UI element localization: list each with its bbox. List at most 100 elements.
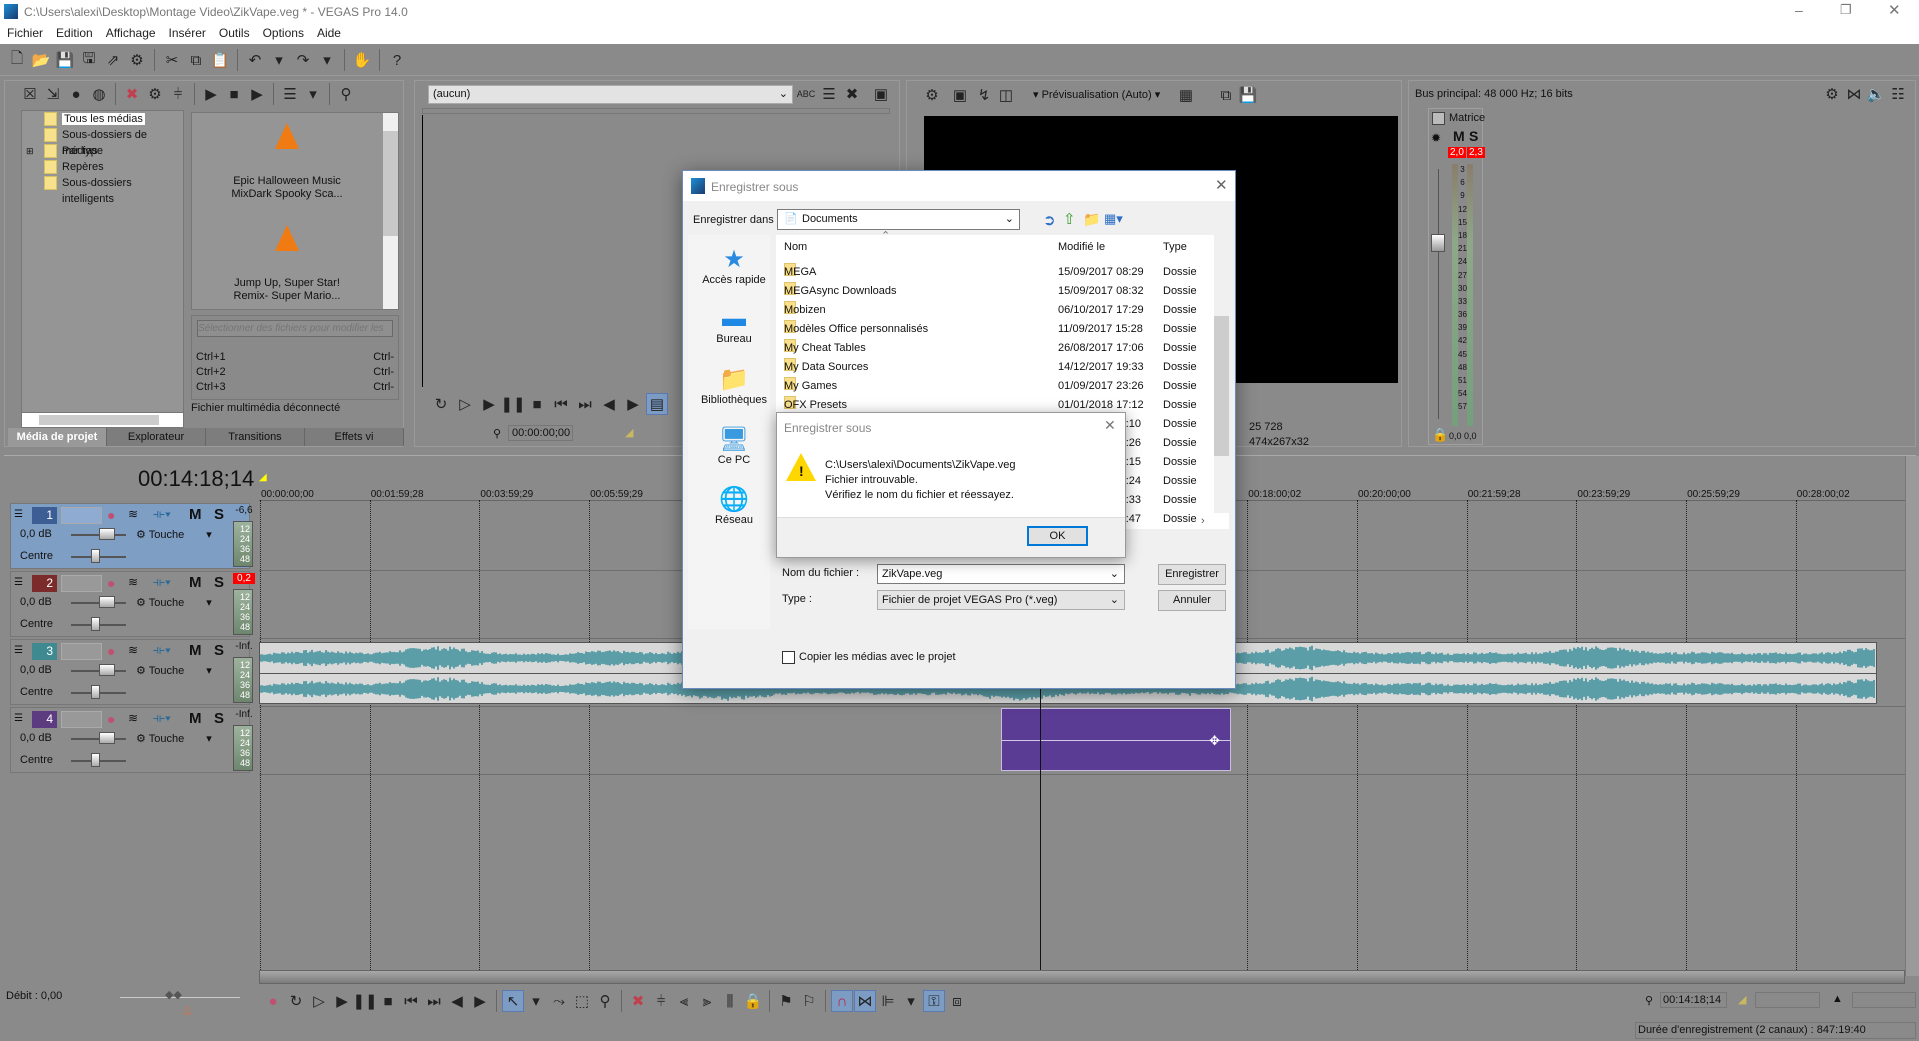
play-icon[interactable]: ▶ [478,393,500,415]
column-name[interactable]: Nom [784,241,807,253]
solo-button[interactable]: S [214,710,224,727]
preview-settings-icon[interactable]: ⚙ [921,84,943,106]
place-1[interactable]: ▬ Bureau [693,305,775,345]
import-media-icon[interactable]: ⇲ [42,83,64,105]
fx-icon[interactable]: ✹ [1431,131,1441,145]
trimmer-source-select[interactable]: (aucun) ⌄ [428,85,793,104]
ok-button[interactable]: OK [1027,526,1088,546]
solo-button[interactable]: S [214,574,224,591]
media-item[interactable]: Jump Up, Super Star! Remix- Super Mario..… [192,225,382,303]
automation-icon[interactable]: ⟛▾ [153,506,171,522]
play-icon[interactable]: ▶ [200,83,222,105]
trimmer-timecode[interactable]: 00:00:00;00 [508,425,573,441]
display-icon[interactable]: ▣ [870,83,892,105]
play-from-start-icon[interactable]: ▷ [454,393,476,415]
solo-button[interactable]: S [214,642,224,659]
place-0[interactable]: ★ Accès rapide [693,245,775,286]
remove-media-icon[interactable]: ☒ [19,83,41,105]
lock-envelopes-icon[interactable]: ⚿ [923,990,945,1012]
record-icon[interactable]: ● [262,990,284,1012]
place-4[interactable]: 🌐 Réseau [693,485,775,526]
trim-icon[interactable]: ⫩ [167,83,189,105]
scroll-right-icon[interactable]: › [1201,515,1205,527]
split-screen-icon[interactable]: ↯ [973,84,995,106]
file-row[interactable]: Mobizen 06/10/2017 17:29 Dossie [776,301,1213,320]
place-3[interactable]: 🖥 Ce PC [693,425,775,466]
pause-icon[interactable]: ❚❚ [500,393,525,415]
selection-start-field[interactable] [1755,992,1820,1008]
delete-icon[interactable]: ✖ [627,990,649,1012]
play-icon[interactable]: ▶ [331,990,353,1012]
play-from-start-icon[interactable]: ▷ [308,990,330,1012]
pan-slider-thumb[interactable] [91,685,100,699]
trim-start-icon[interactable]: ⫷ [673,990,695,1012]
external-monitor-icon[interactable]: ▣ [949,84,971,106]
new-file-icon[interactable]: 🗋 [6,49,28,71]
tree-item[interactable]: Sous-dossiers de médias [22,127,183,157]
tree-item[interactable]: Repères [22,159,183,175]
save-in-select[interactable]: 📄 Documents ⌄ [777,209,1020,230]
mute-button[interactable]: M [189,574,202,591]
settings-icon[interactable]: ⚙ [1821,83,1843,105]
go-start-icon[interactable]: ⏮ [400,990,422,1012]
views-icon[interactable]: ☰ [279,83,301,105]
preview-quality-select[interactable]: ▾ Prévisualisation (Auto) ▾ [1033,88,1160,101]
trim-icon[interactable]: ⫩ [650,990,672,1012]
automation-mode-select[interactable]: ⚙ Touche ▾ [136,664,212,677]
get-media-web-icon[interactable]: ◍ [88,83,110,105]
properties-gear-icon[interactable]: ⚙ [126,49,148,71]
copy-icon[interactable]: ⧉ [185,49,207,71]
save-snapshot-icon[interactable]: 💾 [1237,84,1259,106]
track-name-field[interactable] [61,507,102,524]
pause-icon[interactable]: ❚❚ [352,990,377,1012]
tree-item[interactable]: ⊞ Par type [22,143,183,159]
trimmer-ruler[interactable] [422,108,890,114]
automation-mode-select[interactable]: ⚙ Touche ▾ [136,596,212,609]
arm-record-icon[interactable]: ● [107,643,115,659]
arm-record-icon[interactable]: ● [107,575,115,591]
mute-button[interactable]: M [189,642,202,659]
volume-slider-thumb[interactable] [99,664,115,676]
normal-edit-tool-icon[interactable]: ↖ [502,990,524,1012]
track-header-4[interactable]: ☰ 4 ● ≋ ⟛▾ M S -Inf. 12 24 36 48 0,0 dB ⚙ Touche ▾ Cent… [10,707,253,773]
selection-tool-icon[interactable]: ⬚ [571,990,593,1012]
abc-icon[interactable]: ABC [795,83,817,105]
redo-dropdown-icon[interactable]: ▾ [316,49,338,71]
prev-frame-icon[interactable]: ◀ [446,990,468,1012]
selection-length-field[interactable] [1852,992,1916,1008]
track-name-field[interactable] [61,711,102,728]
type-select[interactable]: Fichier de projet VEGAS Pro (*.veg) ⌄ [877,590,1125,610]
file-list-scrollbar[interactable] [1214,235,1229,513]
shortcut-row[interactable]: Ctrl+1 Ctrl- [196,351,394,366]
help-icon[interactable]: ? [386,49,408,71]
undo-icon[interactable]: ↶ [244,49,266,71]
go-start-icon[interactable]: ⏮ [550,393,572,415]
menu-fichier[interactable]: Fichier [7,26,43,40]
file-row[interactable]: My Cheat Tables 26/08/2017 17:06 Dossie [776,339,1213,358]
close-button[interactable]: ✕ [1888,1,1901,19]
track-handle-icon[interactable]: ☰ [14,577,23,588]
save-button[interactable]: Enregistrer [1158,564,1226,585]
track-fx-icon[interactable]: ≋ [128,711,138,725]
master-fader[interactable] [1431,234,1445,252]
split-icon[interactable]: ⫼ [719,990,741,1012]
menu-options[interactable]: Options [263,26,304,40]
pan-slider-thumb[interactable] [91,549,100,563]
arm-record-icon[interactable]: ● [107,507,115,523]
filename-input[interactable]: ZikVape.veg ⌄ [877,564,1125,584]
overwrite-icon[interactable]: ▤ [646,393,668,415]
go-end-icon[interactable]: ⏭ [574,393,596,415]
file-row[interactable]: My Data Sources 14/12/2017 19:33 Dossie [776,358,1213,377]
place-2[interactable]: 📁 Bibliothèques [693,365,775,406]
menu-edition[interactable]: Edition [56,26,93,40]
track-name-field[interactable] [61,575,102,592]
media-fx-icon[interactable]: ⚙ [144,83,166,105]
automation-icon[interactable]: ⟛▾ [153,710,171,726]
pan-slider-thumb[interactable] [91,617,100,631]
track-header-1[interactable]: ☰ 1 ● ≋ ⟛▾ M S -6,6 12 24 36 48 0,0 dB ⚙ Touche ▾ Centr… [10,503,253,569]
save-as-icon[interactable]: 🖫 [78,49,100,71]
downmix-icon[interactable]: ⋈ [1843,83,1865,105]
copy-media-checkbox[interactable] [782,651,795,664]
automation-mode-select[interactable]: ⚙ Touche ▾ [136,528,212,541]
column-type[interactable]: Type [1163,241,1187,253]
